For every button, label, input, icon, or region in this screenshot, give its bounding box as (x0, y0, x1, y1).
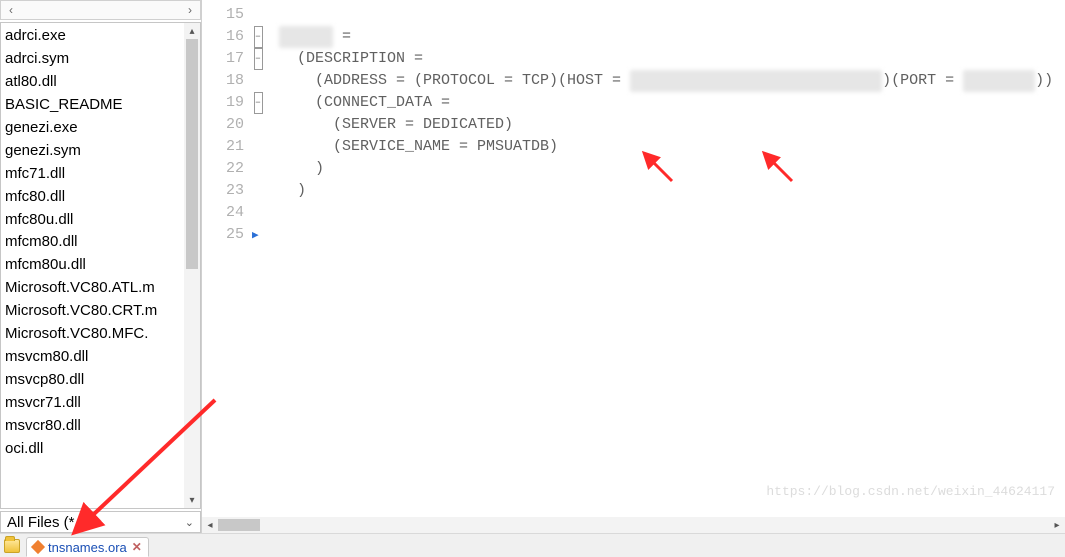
folder-icon[interactable] (4, 539, 20, 553)
line-number: 15 (202, 4, 244, 26)
file-filter-dropdown[interactable]: All Files (*.*) ⌄ (0, 511, 201, 533)
chevron-down-icon: ⌄ (185, 516, 194, 529)
line-number: 24 (202, 202, 244, 224)
file-item[interactable]: atl80.dll (5, 71, 184, 94)
fold-collapse-icon[interactable]: − (254, 48, 263, 70)
nav-forward-icon[interactable]: › (188, 3, 192, 17)
nav-back-icon[interactable]: ‹ (9, 3, 13, 17)
file-item[interactable]: genezi.sym (5, 140, 184, 163)
scroll-up-icon[interactable]: ▴ (184, 23, 200, 39)
code-line[interactable] (270, 224, 1065, 246)
scroll-thumb[interactable] (218, 519, 260, 531)
file-item[interactable]: msvcm80.dll (5, 346, 184, 369)
file-item[interactable]: mfc71.dll (5, 163, 184, 186)
file-filter-label: All Files (*.*) (7, 514, 90, 531)
line-number: 16 (202, 26, 244, 48)
file-item[interactable]: mfc80.dll (5, 186, 184, 209)
file-item[interactable]: mfc80u.dll (5, 209, 184, 232)
file-item[interactable]: Microsoft.VC80.MFC. (5, 323, 184, 346)
line-number: 19 (202, 92, 244, 114)
code-line[interactable]: = (270, 26, 1065, 48)
file-item[interactable]: Microsoft.VC80.ATL.m (5, 277, 184, 300)
code-line[interactable]: (ADDRESS = (PROTOCOL = TCP)(HOST = )(POR… (270, 70, 1065, 92)
code-line[interactable] (270, 202, 1065, 224)
file-item[interactable]: oci.dll (5, 438, 184, 461)
scroll-right-icon[interactable]: ▸ (1049, 520, 1065, 531)
line-number: 18 (202, 70, 244, 92)
scroll-down-icon[interactable]: ▾ (184, 492, 200, 508)
code-area[interactable]: 1516171819202122232425 −−− ▶ = (DESCRIPT… (202, 0, 1065, 517)
file-browser-sidebar: ‹ › adrci.exeadrci.symatl80.dllBASIC_REA… (0, 0, 202, 533)
file-item[interactable]: mfcm80u.dll (5, 254, 184, 277)
fold-collapse-icon[interactable]: − (254, 92, 263, 114)
close-tab-icon[interactable]: ✕ (132, 540, 142, 554)
scroll-left-icon[interactable]: ◂ (202, 520, 218, 531)
file-item[interactable]: genezi.exe (5, 117, 184, 140)
code-line[interactable]: (SERVICE_NAME = PMSUATDB) (270, 136, 1065, 158)
file-item[interactable]: adrci.sym (5, 48, 184, 71)
scroll-thumb[interactable] (186, 39, 198, 269)
code-line[interactable]: (CONNECT_DATA = (270, 92, 1065, 114)
code-line[interactable]: (DESCRIPTION = (270, 48, 1065, 70)
current-line-marker-icon: ▶ (252, 228, 259, 242)
fold-collapse-icon[interactable]: − (254, 26, 263, 48)
file-item[interactable]: msvcp80.dll (5, 369, 184, 392)
file-item[interactable]: Microsoft.VC80.CRT.m (5, 300, 184, 323)
line-number: 20 (202, 114, 244, 136)
code-line[interactable]: (SERVER = DEDICATED) (270, 114, 1065, 136)
fold-column: −−− (250, 0, 266, 517)
line-number: 21 (202, 136, 244, 158)
document-tab-bar: tnsnames.ora ✕ (0, 533, 1065, 557)
file-item[interactable]: msvcr71.dll (5, 392, 184, 415)
tab-label: tnsnames.ora (48, 540, 127, 555)
line-number: 23 (202, 180, 244, 202)
file-item[interactable]: msvcr80.dll (5, 415, 184, 438)
nav-history: ‹ › (0, 0, 201, 20)
file-list: adrci.exeadrci.symatl80.dllBASIC_READMEg… (0, 22, 201, 509)
code-line[interactable]: ) (270, 158, 1065, 180)
file-type-icon (31, 540, 45, 554)
line-number: 17 (202, 48, 244, 70)
editor-horizontal-scrollbar[interactable]: ◂ ▸ (202, 517, 1065, 533)
file-tab-tnsnames[interactable]: tnsnames.ora ✕ (26, 537, 149, 557)
code-line[interactable] (270, 4, 1065, 26)
file-item[interactable]: BASIC_README (5, 94, 184, 117)
code-content[interactable]: ▶ = (DESCRIPTION = (ADDRESS = (PROTOCOL … (266, 0, 1065, 517)
code-line[interactable]: ) (270, 180, 1065, 202)
file-item[interactable]: adrci.exe (5, 25, 184, 48)
line-number: 25 (202, 224, 244, 246)
file-item[interactable]: mfcm80.dll (5, 231, 184, 254)
code-editor: 1516171819202122232425 −−− ▶ = (DESCRIPT… (202, 0, 1065, 533)
line-number-gutter: 1516171819202122232425 (202, 0, 250, 517)
file-list-scrollbar[interactable]: ▴ ▾ (184, 23, 200, 508)
line-number: 22 (202, 158, 244, 180)
